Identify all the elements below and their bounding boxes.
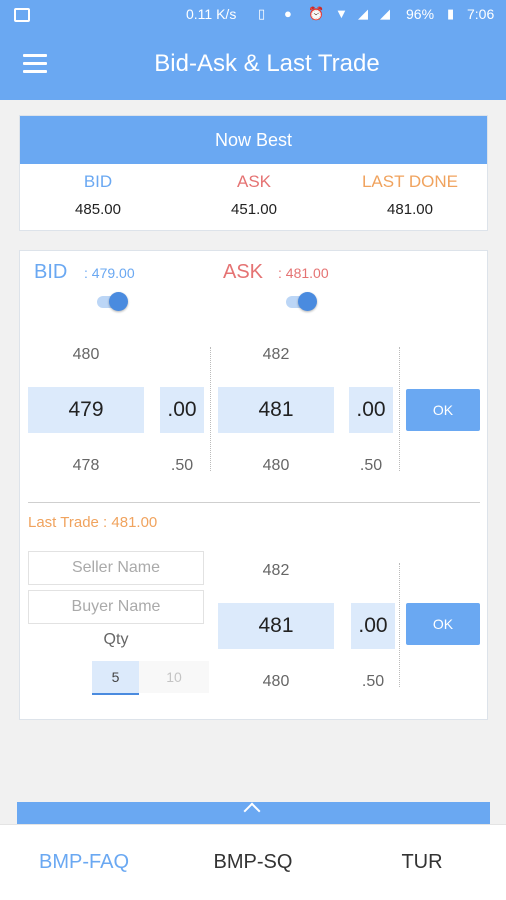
chevron-up-icon: [243, 802, 261, 820]
ask-whole-above[interactable]: 482: [218, 346, 334, 364]
bid-value: : 479.00: [84, 265, 135, 281]
phone-icon: ▯: [258, 6, 266, 21]
nav-tur[interactable]: TUR: [338, 851, 506, 874]
ask-whole-field[interactable]: 481: [218, 387, 334, 433]
now-best-bid-value: 485.00: [75, 201, 121, 218]
location-icon: ●: [284, 6, 292, 21]
battery-percent: 96%: [406, 6, 435, 22]
expand-handle[interactable]: [17, 802, 490, 824]
now-best-last-done: LAST DONE 481.00: [332, 172, 488, 218]
buyer-name-input[interactable]: Buyer Name: [28, 590, 204, 624]
nav-bmp-sq[interactable]: BMP-SQ: [169, 851, 337, 874]
qty-option-selected[interactable]: 5: [92, 661, 139, 695]
app-bar: Bid-Ask & Last Trade: [0, 30, 506, 100]
seller-name-input[interactable]: Seller Name: [28, 551, 204, 585]
last-trade-label: Last Trade : 481.00: [28, 514, 158, 531]
bid-label: BID: [34, 261, 68, 283]
bid-toggle-knob[interactable]: [109, 292, 128, 311]
signal-icon: ◢: [380, 6, 390, 21]
bid-whole-below[interactable]: 478: [28, 457, 144, 475]
bottom-nav: BMP-FAQ BMP-SQ TUR: [0, 824, 506, 900]
ask-fraction-below[interactable]: .50: [349, 457, 393, 475]
column-divider: [210, 347, 211, 471]
now-best-last-done-value: 481.00: [387, 201, 433, 218]
column-divider: [399, 347, 400, 471]
ask-value: : 481.00: [278, 265, 329, 281]
ask-fraction-field[interactable]: .00: [349, 387, 393, 433]
alarm-icon: ⏰: [308, 6, 325, 21]
wifi-icon: ▼: [335, 6, 348, 21]
bid-fraction-field[interactable]: .00: [160, 387, 204, 433]
page-title: Bid-Ask & Last Trade: [154, 50, 380, 77]
ask-whole-below[interactable]: 480: [218, 457, 334, 475]
trade-whole-above[interactable]: 482: [218, 562, 334, 580]
qty-label: Qty: [103, 631, 129, 648]
now-best-ask-value: 451.00: [231, 201, 277, 218]
now-best-ask-label: ASK: [236, 172, 272, 191]
battery-icon: ▮: [447, 6, 455, 21]
now-best-last-done-label: LAST DONE: [361, 172, 459, 191]
bid-whole-field[interactable]: 479: [28, 387, 144, 433]
bid-ask-ok-button[interactable]: OK: [406, 389, 480, 431]
bid-ask-card: BID : 479.00 ASK : 481.00 480 479 478 .0…: [19, 250, 488, 720]
trade-fraction-below[interactable]: .50: [351, 673, 395, 691]
bid-fraction-below[interactable]: .50: [160, 457, 204, 475]
section-divider: [28, 502, 480, 503]
network-speed: 0.11 K/s: [186, 6, 237, 22]
status-bar: 0.11 K/s ▯ ● ⏰ ▼ ◢ ◢ 96% ▮ 7:06: [0, 0, 506, 30]
trade-fraction-field[interactable]: .00: [351, 603, 395, 649]
now-best-header: Now Best: [20, 116, 487, 164]
now-best-card: Now Best BID 485.00 ASK 451.00 LAST DONE…: [19, 115, 488, 231]
nav-bmp-faq[interactable]: BMP-FAQ: [0, 851, 168, 874]
trade-whole-below[interactable]: 480: [218, 673, 334, 691]
clock: 7:06: [467, 6, 495, 22]
ask-toggle-knob[interactable]: [298, 292, 317, 311]
gallery-icon: [14, 8, 30, 22]
ask-label: ASK: [223, 261, 264, 283]
signal-icon: ◢: [358, 6, 368, 21]
bid-whole-above[interactable]: 480: [28, 346, 144, 364]
trade-whole-field[interactable]: 481: [218, 603, 334, 649]
last-trade-ok-button[interactable]: OK: [406, 603, 480, 645]
now-best-bid-label: BID: [83, 172, 113, 191]
now-best-ask: ASK 451.00: [176, 172, 332, 218]
now-best-bid: BID 485.00: [20, 172, 176, 218]
column-divider: [399, 563, 400, 687]
qty-option[interactable]: 10: [139, 661, 209, 693]
